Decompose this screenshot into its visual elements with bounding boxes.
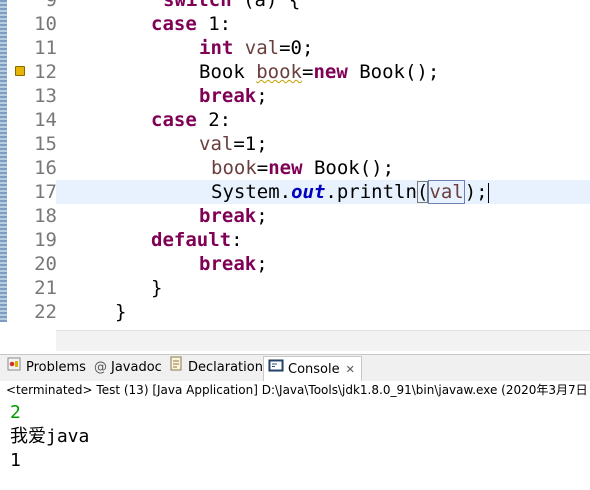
declaration-icon — [170, 356, 184, 380]
bottom-panel-tabs: Problems @ Javadoc Declaration Console ✕ — [0, 354, 590, 382]
line-number: 11 — [34, 37, 57, 59]
code-line[interactable]: val=1; — [199, 132, 268, 156]
line-number-gutter: 9 10 11 12 13 14 15 16 17 18 19 20 21 22 — [7, 0, 57, 323]
code-line[interactable]: case 2: — [151, 108, 231, 132]
line-number: 22 — [34, 301, 57, 323]
tab-javadoc-label: Javadoc — [111, 360, 162, 375]
unused-variable-warning: book — [256, 61, 302, 83]
line-number: 15 — [34, 133, 57, 155]
tab-problems-label: Problems — [26, 360, 86, 375]
code-line[interactable]: } — [115, 300, 126, 324]
console-status-line: <terminated> Test (13) [Java Application… — [6, 383, 590, 397]
console-output-line: 1 — [10, 450, 21, 471]
code-line[interactable]: case 1: — [151, 12, 231, 36]
tab-problems[interactable]: Problems — [6, 357, 86, 379]
code-line[interactable]: default: — [151, 228, 243, 252]
code-line[interactable]: break; — [199, 84, 268, 108]
line-number: 10 — [34, 13, 57, 35]
code-line[interactable]: switch (a) { — [163, 0, 300, 12]
code-line[interactable]: book=new Book(); — [211, 156, 394, 180]
code-editor[interactable]: 9 10 11 12 13 14 15 16 17 18 19 20 21 22… — [0, 0, 590, 330]
console-output-line: 我爱java — [10, 426, 90, 447]
line-number: 21 — [34, 277, 57, 299]
console-view[interactable]: <terminated> Test (13) [Java Application… — [0, 381, 590, 490]
editor-horizontal-scrollbar[interactable] — [56, 330, 590, 351]
line-number: 14 — [34, 109, 57, 131]
code-line[interactable]: Book book=new Book(); — [199, 60, 439, 84]
line-number: 12 — [34, 61, 57, 83]
tab-console[interactable]: Console ✕ — [263, 356, 362, 382]
code-line[interactable]: break; — [199, 252, 268, 276]
editor-overview-ruler — [0, 0, 7, 322]
tab-declaration-label: Declaration — [188, 360, 263, 375]
console-output-line: 2 — [10, 402, 21, 423]
code-line[interactable]: break; — [199, 204, 268, 228]
code-line[interactable]: int val=0; — [199, 36, 313, 60]
variable-occurrence: val — [428, 180, 465, 204]
line-number: 13 — [34, 85, 57, 107]
tab-console-label: Console — [288, 361, 340, 377]
tab-javadoc[interactable]: @ Javadoc — [94, 357, 162, 379]
line-number: 19 — [34, 229, 57, 251]
code-line-current[interactable]: System.out.println(val); — [211, 180, 489, 204]
at-sign-icon: @ — [94, 360, 107, 375]
code-line[interactable]: } — [151, 276, 162, 300]
problems-icon — [6, 356, 22, 380]
matching-bracket: ( — [416, 181, 429, 203]
line-number: 16 — [34, 157, 57, 179]
line-number: 9 — [45, 0, 57, 11]
line-number: 17 — [34, 181, 57, 203]
console-icon — [268, 358, 284, 382]
line-number: 20 — [34, 253, 57, 275]
close-icon[interactable]: ✕ — [346, 359, 355, 381]
line-number: 18 — [34, 205, 57, 227]
tab-declaration[interactable]: Declaration — [170, 356, 263, 380]
text-cursor — [487, 182, 489, 203]
